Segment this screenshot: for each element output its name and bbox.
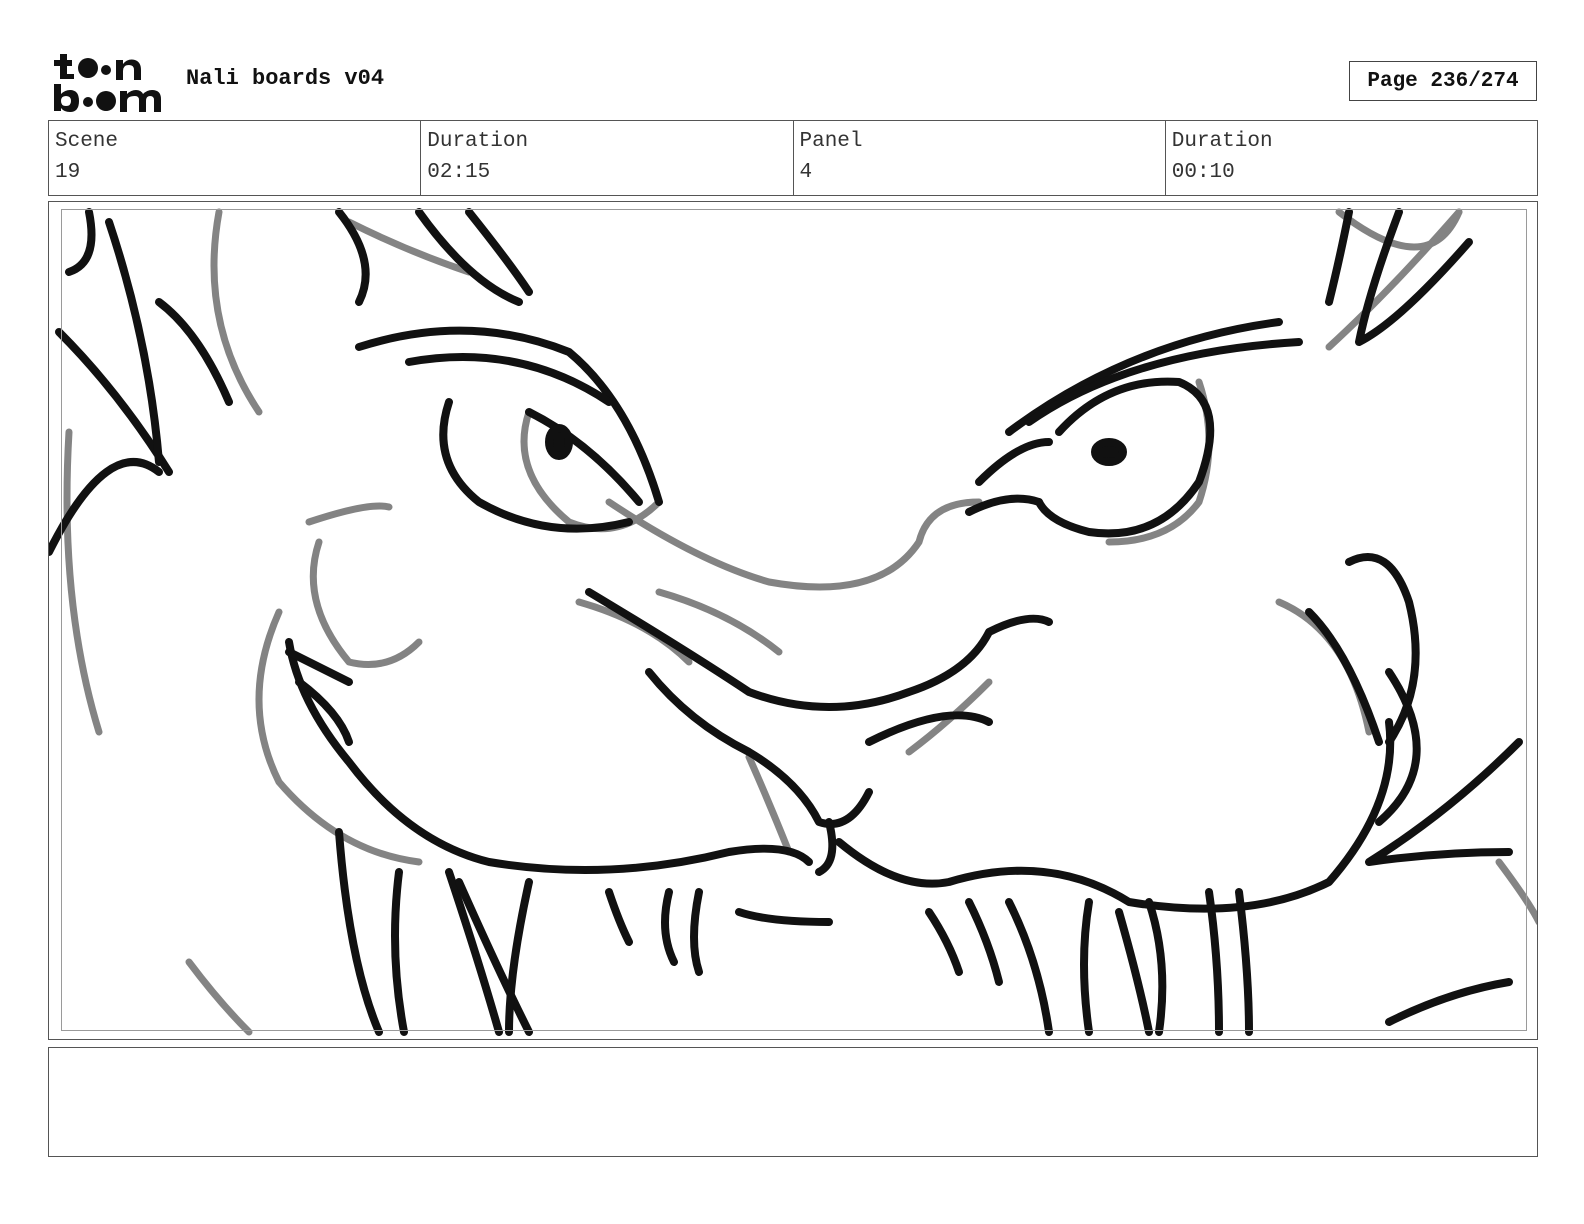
panel-notes-box (48, 1047, 1538, 1157)
scene-value: 19 (55, 161, 81, 184)
storyboard-sketch (49, 208, 1537, 1036)
page-indicator: Page 236/274 (1349, 61, 1537, 101)
panel-label: Panel (799, 130, 863, 153)
scene-label: Scene (55, 130, 119, 153)
scene-duration-value: 02:15 (427, 161, 491, 184)
panel-duration-label: Duration (1171, 130, 1273, 153)
scene-info-table: Scene 19 Duration 02:15 Panel 4 Duration… (48, 120, 1538, 196)
storyboard-panel (48, 201, 1538, 1040)
scene-duration-cell: Duration 02:15 (421, 121, 794, 195)
panel-duration-value: 00:10 (1171, 161, 1235, 184)
scene-cell: Scene 19 (49, 121, 422, 195)
panel-duration-cell: Duration 00:10 (1166, 121, 1537, 195)
panel-value: 4 (799, 161, 813, 184)
project-title: Nali boards v04 (186, 66, 385, 91)
toon-boom-logo (50, 50, 168, 114)
scene-duration-label: Duration (427, 130, 529, 153)
panel-cell: Panel 4 (794, 121, 1166, 195)
